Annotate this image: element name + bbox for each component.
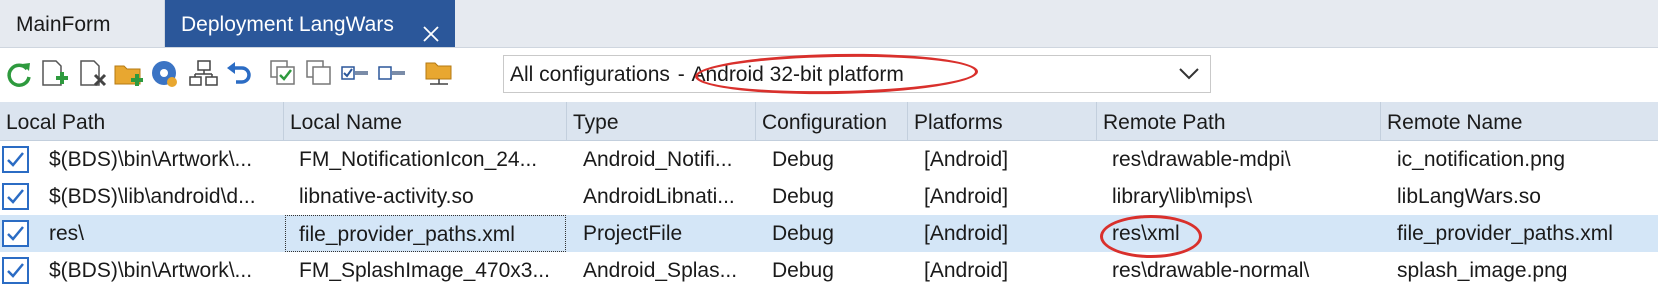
configuration-value: All configurations bbox=[510, 63, 670, 86]
column-header-remote-name[interactable]: Remote Name bbox=[1381, 102, 1658, 140]
add-folder-icon[interactable] bbox=[114, 58, 144, 90]
type-cell: AndroidLibnati... bbox=[583, 185, 735, 208]
config-separator: - bbox=[677, 63, 685, 86]
platforms-cell: [Android] bbox=[924, 148, 1009, 171]
type-cell: ProjectFile bbox=[583, 222, 683, 245]
row-checkbox[interactable] bbox=[2, 146, 29, 173]
tab-label: Deployment LangWars bbox=[181, 13, 394, 36]
remote-path-cell: res\xml bbox=[1112, 222, 1180, 245]
column-header-remote-path[interactable]: Remote Path bbox=[1097, 102, 1381, 140]
remote-name-cell: splash_image.png bbox=[1397, 259, 1568, 282]
collapse-icon[interactable] bbox=[340, 58, 370, 90]
platforms-cell: [Android] bbox=[924, 259, 1009, 282]
remote-path-cell: library\lib\mips\ bbox=[1112, 185, 1253, 208]
remote-name-cell: ic_notification.png bbox=[1397, 148, 1566, 171]
deployment-grid: Local Path Local Name Type Configuration… bbox=[0, 102, 1658, 304]
table-row[interactable]: $(BDS)\bin\Artwork\... FM_NotificationIc… bbox=[0, 141, 1658, 178]
column-header-local-path[interactable]: Local Path bbox=[0, 102, 284, 140]
local-name-cell: FM_NotificationIcon_24... bbox=[299, 148, 538, 171]
network-icon[interactable] bbox=[188, 58, 218, 90]
remote-path-cell: res\drawable-normal\ bbox=[1112, 259, 1310, 282]
remote-name-cell: libLangWars.so bbox=[1397, 185, 1541, 208]
row-checkbox[interactable] bbox=[2, 220, 29, 247]
remote-name-cell: file_provider_paths.xml bbox=[1397, 222, 1613, 245]
grid-header: Local Path Local Name Type Configuration… bbox=[0, 102, 1658, 141]
tab-label: MainForm bbox=[16, 13, 111, 36]
column-header-local-name[interactable]: Local Name bbox=[284, 102, 567, 140]
local-name-cell[interactable]: file_provider_paths.xml bbox=[285, 215, 566, 252]
chevron-down-icon[interactable] bbox=[1178, 66, 1200, 82]
configuration-platform-select[interactable]: All configurations - Android 32-bit plat… bbox=[503, 55, 1211, 93]
remove-file-icon[interactable] bbox=[78, 58, 108, 90]
table-row[interactable]: $(BDS)\lib\android\d... libnative-activi… bbox=[0, 178, 1658, 215]
type-cell: Android_Notifi... bbox=[583, 148, 733, 171]
tab-mainform[interactable]: MainForm bbox=[0, 0, 165, 47]
add-file-icon[interactable] bbox=[40, 58, 70, 90]
local-path-cell: res\ bbox=[49, 222, 85, 245]
tab-deployment-langwars[interactable]: Deployment LangWars bbox=[165, 0, 455, 47]
configuration-cell: Debug bbox=[772, 148, 834, 171]
unselect-all-icon[interactable] bbox=[304, 58, 334, 90]
column-header-configuration[interactable]: Configuration bbox=[756, 102, 908, 140]
type-cell: Android_Splas... bbox=[583, 259, 738, 282]
table-row[interactable]: $(BDS)\bin\Artwork\... FM_SplashImage_47… bbox=[0, 252, 1658, 289]
folder-network-icon[interactable] bbox=[424, 58, 454, 90]
local-path-cell: $(BDS)\bin\Artwork\... bbox=[49, 148, 253, 171]
configuration-cell: Debug bbox=[772, 259, 834, 282]
deploy-disc-icon[interactable] bbox=[150, 58, 180, 90]
close-icon[interactable] bbox=[421, 13, 441, 42]
local-path-cell: $(BDS)\bin\Artwork\... bbox=[49, 259, 253, 282]
configuration-cell: Debug bbox=[772, 222, 834, 245]
config-select-value: All configurations - Android 32-bit plat… bbox=[510, 56, 904, 94]
remote-path-cell: res\drawable-mdpi\ bbox=[1112, 148, 1291, 171]
platforms-cell: [Android] bbox=[924, 222, 1009, 245]
expand-icon[interactable] bbox=[377, 58, 407, 90]
select-all-icon[interactable] bbox=[268, 58, 298, 90]
platform-value: Android 32-bit platform bbox=[691, 63, 904, 86]
configuration-cell: Debug bbox=[772, 185, 834, 208]
local-name-cell: FM_SplashImage_470x3... bbox=[299, 259, 550, 282]
local-path-cell: $(BDS)\lib\android\d... bbox=[49, 185, 256, 208]
table-row-selected[interactable]: res\ file_provider_paths.xml ProjectFile… bbox=[0, 215, 1658, 252]
column-header-type[interactable]: Type bbox=[567, 102, 756, 140]
revert-icon[interactable] bbox=[224, 58, 254, 90]
local-name-cell: libnative-activity.so bbox=[299, 185, 474, 208]
tab-strip: MainForm Deployment LangWars bbox=[0, 0, 1658, 48]
refresh-icon[interactable] bbox=[4, 58, 34, 90]
platforms-cell: [Android] bbox=[924, 185, 1009, 208]
row-checkbox[interactable] bbox=[2, 257, 29, 284]
column-header-platforms[interactable]: Platforms bbox=[908, 102, 1097, 140]
row-checkbox[interactable] bbox=[2, 183, 29, 210]
